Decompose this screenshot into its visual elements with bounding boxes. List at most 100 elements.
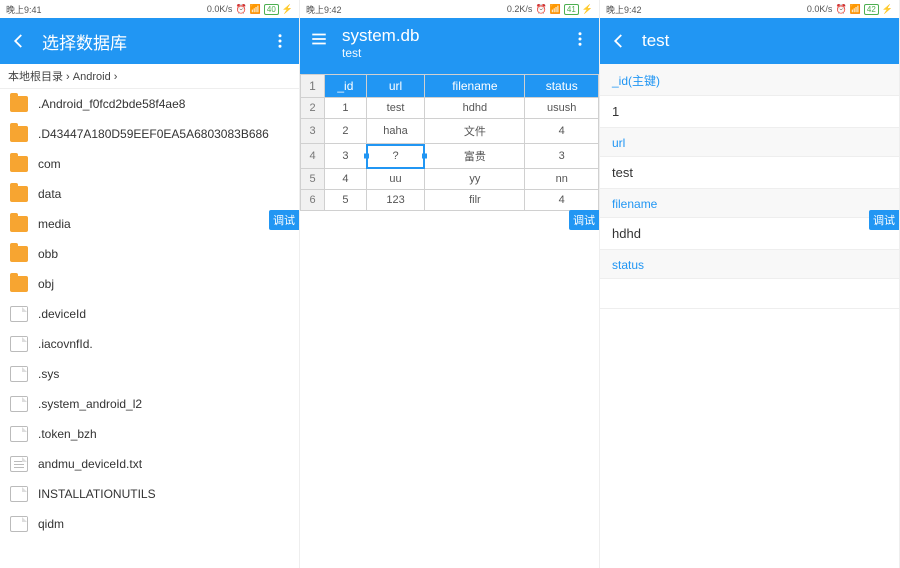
row-number[interactable]: 3 [301, 119, 325, 144]
file-row[interactable]: .D43447A180D59EEF0EA5A6803083B686 [0, 119, 299, 149]
field-label: status [600, 250, 899, 279]
row-number[interactable]: 4 [301, 144, 325, 169]
file-row[interactable]: .deviceId [0, 299, 299, 329]
row-number-header[interactable]: 1 [301, 75, 325, 98]
column-header[interactable]: filename [425, 75, 525, 98]
file-row[interactable]: .token_bzh [0, 419, 299, 449]
breadcrumb[interactable]: 本地根目录 › Android › [0, 64, 299, 89]
debug-chip[interactable]: 调试 [269, 210, 299, 230]
status-net: 0.0K/s [207, 4, 233, 14]
table-cell[interactable]: 4 [525, 190, 599, 211]
column-header[interactable]: _id [325, 75, 367, 98]
row-number[interactable]: 6 [301, 190, 325, 211]
file-row[interactable]: data [0, 179, 299, 209]
row-number[interactable]: 5 [301, 169, 325, 190]
file-icon [10, 516, 28, 532]
field-value[interactable]: 1 [600, 96, 899, 128]
file-row[interactable]: obb [0, 239, 299, 269]
back-icon[interactable] [610, 32, 628, 50]
alarm-icon: ⏰ [235, 4, 246, 15]
file-name: .sys [38, 367, 59, 381]
back-icon[interactable] [10, 32, 28, 50]
field-value[interactable]: hdhd [600, 218, 899, 250]
file-row[interactable]: com [0, 149, 299, 179]
status-indicators: 0.0K/s ⏰ 📶 42 ⚡ [807, 4, 893, 15]
field-value[interactable]: test [600, 157, 899, 189]
row-number[interactable]: 2 [301, 98, 325, 119]
panel-record-detail: 晚上9:42 0.0K/s ⏰ 📶 42 ⚡ test _id(主键)1urlt… [600, 0, 900, 568]
app-bar-title: test [642, 31, 889, 51]
debug-chip[interactable]: 调试 [569, 210, 599, 230]
file-name: .iacovnfId. [38, 337, 93, 351]
table-cell[interactable]: usush [525, 98, 599, 119]
status-time: 晚上9:42 [306, 3, 342, 16]
field-label: filename [600, 189, 899, 218]
signal-icon: 📶 [250, 4, 261, 15]
file-row[interactable]: media [0, 209, 299, 239]
table-cell[interactable]: 4 [525, 119, 599, 144]
debug-chip[interactable]: 调试 [869, 210, 899, 230]
more-icon[interactable] [571, 30, 589, 48]
text-file-icon [10, 456, 28, 472]
table-cell[interactable]: 1 [325, 98, 367, 119]
file-row[interactable]: obj [0, 269, 299, 299]
table-cell[interactable]: 3 [325, 144, 367, 169]
charging-icon: ⚡ [582, 4, 593, 15]
file-row[interactable]: .system_android_l2 [0, 389, 299, 419]
table-cell[interactable]: uu [366, 169, 425, 190]
data-table[interactable]: 1_idurlfilenamestatus21testhdhdusush32ha… [300, 74, 599, 211]
charging-icon: ⚡ [282, 4, 293, 15]
table-cell[interactable]: 123 [366, 190, 425, 211]
file-name: andmu_deviceId.txt [38, 457, 142, 471]
menu-icon[interactable] [310, 30, 328, 48]
file-row[interactable]: .sys [0, 359, 299, 389]
table-cell[interactable]: test [366, 98, 425, 119]
column-header[interactable]: url [366, 75, 425, 98]
signal-icon: 📶 [550, 4, 561, 15]
file-row[interactable]: qidm [0, 509, 299, 539]
field-value[interactable] [600, 279, 899, 309]
app-bar-subtitle: test [342, 46, 557, 60]
more-icon[interactable] [271, 32, 289, 50]
file-name: INSTALLATIONUTILS [38, 487, 156, 501]
table-cell[interactable]: ? [366, 144, 425, 169]
file-icon [10, 306, 28, 322]
alarm-icon: ⏰ [835, 4, 846, 15]
file-name: obb [38, 247, 58, 261]
file-row[interactable]: andmu_deviceId.txt [0, 449, 299, 479]
battery-indicator: 42 [864, 4, 879, 15]
table-cell[interactable]: filr [425, 190, 525, 211]
table-cell[interactable]: 5 [325, 190, 367, 211]
table-cell[interactable]: 富贵 [425, 144, 525, 169]
field-label: url [600, 128, 899, 157]
app-bar: test [600, 18, 899, 64]
folder-icon [10, 186, 28, 202]
file-icon [10, 336, 28, 352]
folder-icon [10, 96, 28, 112]
battery-indicator: 40 [264, 4, 279, 15]
status-bar: 晚上9:42 0.0K/s ⏰ 📶 42 ⚡ [600, 0, 899, 18]
table-cell[interactable]: 3 [525, 144, 599, 169]
field-label: _id(主键) [600, 64, 899, 96]
table-cell[interactable]: nn [525, 169, 599, 190]
battery-indicator: 41 [564, 4, 579, 15]
table-cell[interactable]: 4 [325, 169, 367, 190]
folder-icon [10, 276, 28, 292]
file-row[interactable]: INSTALLATIONUTILS [0, 479, 299, 509]
file-name: .deviceId [38, 307, 86, 321]
status-indicators: 0.0K/s ⏰ 📶 40 ⚡ [207, 4, 293, 15]
table-cell[interactable]: haha [366, 119, 425, 144]
column-header[interactable]: status [525, 75, 599, 98]
file-list: .Android_f0fcd2bde58f4ae8.D43447A180D59E… [0, 89, 299, 568]
charging-icon: ⚡ [882, 4, 893, 15]
table-cell[interactable]: 文件 [425, 119, 525, 144]
table-cell[interactable]: 2 [325, 119, 367, 144]
file-name: .token_bzh [38, 427, 97, 441]
file-row[interactable]: .Android_f0fcd2bde58f4ae8 [0, 89, 299, 119]
status-indicators: 0.2K/s ⏰ 📶 41 ⚡ [507, 4, 593, 15]
table-cell[interactable]: hdhd [425, 98, 525, 119]
folder-icon [10, 156, 28, 172]
file-row[interactable]: .iacovnfId. [0, 329, 299, 359]
table-cell[interactable]: yy [425, 169, 525, 190]
alarm-icon: ⏰ [535, 4, 546, 15]
